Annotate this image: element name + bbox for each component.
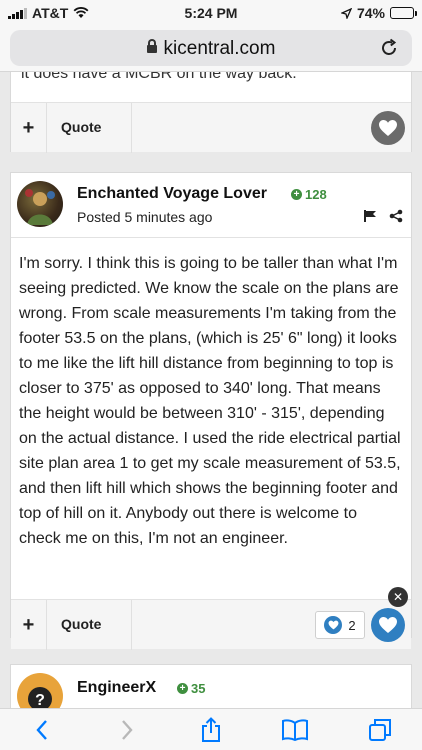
previous-post-text: it does have a MCBR on the way back. [21, 72, 297, 82]
like-button[interactable] [371, 608, 405, 642]
reaction-summary[interactable]: 2 [315, 611, 365, 639]
post-actions: + Quote 2 [11, 599, 411, 650]
reputation-plus-icon: + [291, 189, 302, 200]
post-author[interactable]: EngineerX [77, 679, 156, 697]
post-author[interactable]: Enchanted Voyage Lover [77, 185, 267, 203]
bookmarks-button[interactable] [279, 714, 311, 746]
share-icon [201, 716, 220, 742]
battery-percent: 74% [356, 5, 385, 21]
reputation-count: 35 [191, 681, 206, 696]
status-bar: AT&T 5:24 PM 74% [0, 0, 422, 26]
tabs-button[interactable] [364, 714, 396, 746]
multiquote-button[interactable]: + [11, 103, 47, 153]
reputation-count: 128 [305, 187, 327, 202]
reputation-plus-icon: + [177, 683, 188, 694]
location-arrow-icon [340, 7, 352, 19]
battery-icon [390, 7, 417, 19]
status-right: 74% [340, 5, 417, 21]
close-icon[interactable]: ✕ [388, 587, 408, 607]
quote-button[interactable]: Quote [61, 616, 101, 632]
browser-address-bar: kicentral.com [0, 26, 422, 72]
flag-icon[interactable] [363, 209, 377, 223]
book-icon [282, 718, 309, 741]
browser-toolbar [0, 708, 422, 750]
tabs-icon [368, 718, 391, 741]
reload-icon[interactable] [378, 37, 400, 59]
like-reaction-icon [324, 616, 343, 634]
url-display: kicentral.com [10, 38, 412, 60]
reaction-count: 2 [348, 617, 356, 633]
share-button[interactable] [195, 714, 227, 746]
reputation-badge: + 35 [177, 681, 205, 696]
post-header-divider [11, 237, 411, 238]
share-icon[interactable] [389, 209, 403, 223]
action-divider [131, 103, 132, 153]
multiquote-button[interactable]: + [11, 600, 47, 650]
previous-post-card: it does have a MCBR on the way back. + Q… [10, 72, 412, 153]
chevron-left-icon [36, 719, 48, 740]
post-timestamp: Posted 5 minutes ago [77, 209, 213, 225]
avatar-image: ? [28, 687, 52, 708]
post-body: I'm sorry. I think this is going to be t… [19, 255, 401, 547]
url-field[interactable]: kicentral.com [10, 30, 412, 66]
back-button[interactable] [26, 714, 58, 746]
chevron-right-icon [121, 719, 133, 740]
previous-post-actions: + Quote [11, 102, 411, 153]
author-avatar[interactable] [17, 181, 63, 227]
url-text: kicentral.com [163, 38, 276, 59]
quote-button[interactable]: Quote [61, 119, 101, 135]
heart-icon [379, 120, 397, 136]
heart-icon [379, 617, 397, 633]
lock-icon [146, 39, 157, 53]
avatar-image [25, 189, 55, 225]
like-button[interactable] [371, 111, 405, 145]
author-avatar[interactable]: ? [17, 673, 63, 708]
reputation-badge: + 128 [291, 187, 327, 202]
post-card: Enchanted Voyage Lover + 128 Posted 5 mi… [10, 172, 412, 650]
next-post-card: ? EngineerX + 35 [10, 664, 412, 708]
page-content: it does have a MCBR on the way back. + Q… [0, 72, 422, 708]
forward-button[interactable] [111, 714, 143, 746]
action-divider [131, 600, 132, 650]
post-tools [363, 209, 403, 223]
svg-text:?: ? [35, 692, 45, 708]
